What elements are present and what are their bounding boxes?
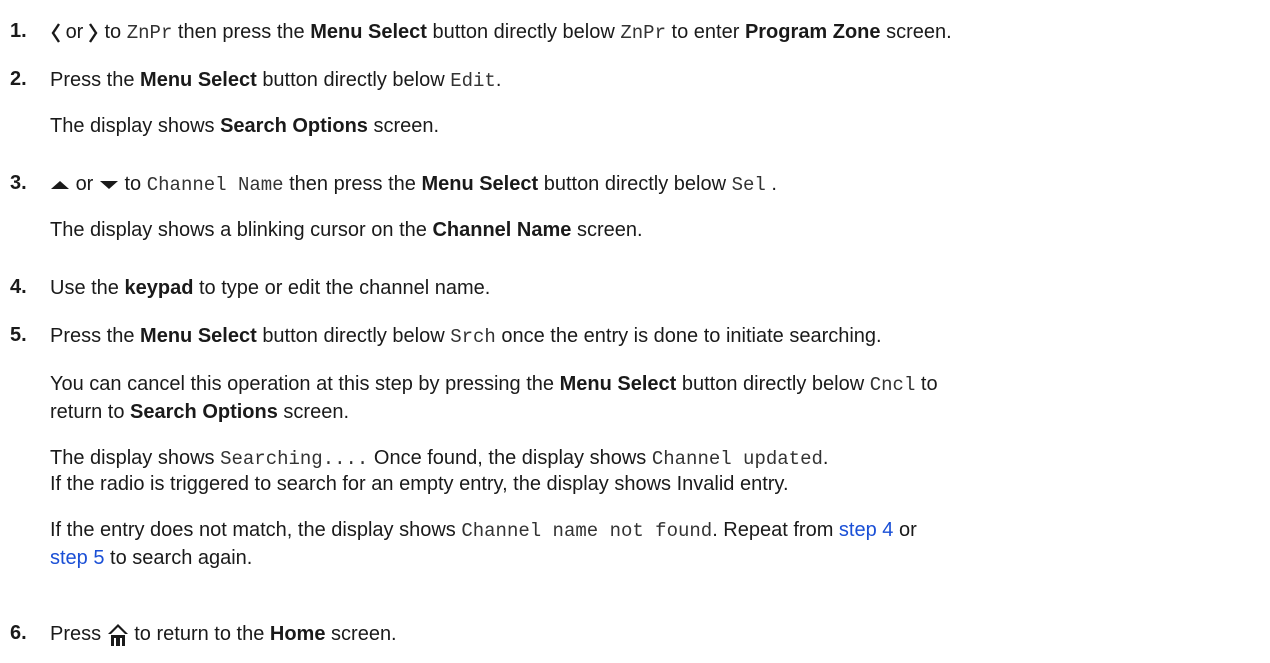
button-name: Menu Select (421, 173, 539, 195)
left-arrow-icon (50, 22, 60, 44)
step-1-line-1: or to ZnPr then press the Menu Select bu… (50, 20, 952, 45)
up-arrow-icon (50, 179, 70, 191)
display-text: Cncl (869, 374, 916, 396)
button-name: Menu Select (140, 69, 257, 91)
step-4-line-1: Use the keypad to type or edit the chann… (50, 277, 491, 299)
screen-name: Home (269, 623, 326, 645)
button-name: Menu Select (140, 325, 257, 347)
screen-name: Search Options (220, 115, 368, 137)
button-name: Menu Select (559, 373, 677, 395)
step-number: 3. (10, 172, 27, 194)
display-text: Edit (450, 70, 496, 92)
step-5-line-3: return to Search Options screen. (50, 401, 350, 423)
step-number: 2. (10, 68, 27, 90)
display-text: Searching.... (220, 448, 369, 470)
display-text: Channel name not found (461, 520, 713, 542)
screen-name: Search Options (130, 401, 278, 423)
step-5-link[interactable]: step 5 (50, 547, 104, 569)
step-number: 1. (10, 20, 27, 42)
down-arrow-icon (99, 179, 119, 191)
step-number: 5. (10, 324, 27, 346)
screen-name: Channel Name (432, 219, 572, 241)
step-3-line-2: The display shows a blinking cursor on t… (50, 219, 643, 241)
display-text: Sel (731, 174, 766, 196)
keypad-label: keypad (124, 277, 194, 299)
step-5-line-5: If the radio is triggered to search for … (50, 473, 789, 495)
step-2-line-1: Press the Menu Select button directly be… (50, 69, 502, 92)
display-text: ZnPr (620, 22, 666, 44)
step-number: 6. (10, 622, 27, 644)
step-5-line-6: If the entry does not match, the display… (50, 519, 917, 542)
step-5-line-2: You can cancel this operation at this st… (50, 373, 938, 396)
display-text: Srch (450, 326, 496, 348)
home-icon (107, 623, 129, 647)
screen-name: Program Zone (744, 21, 881, 43)
step-5-line-4: The display shows Searching.... Once fou… (50, 447, 829, 470)
display-text: Channel updated (651, 448, 823, 470)
step-3-line-1: or to Channel Name then press the Menu S… (50, 172, 777, 197)
step-4-link[interactable]: step 4 (839, 519, 893, 541)
display-text: ZnPr (126, 22, 173, 44)
step-2-line-2: The display shows Search Options screen. (50, 115, 440, 137)
step-number: 4. (10, 276, 27, 298)
step-5-line-7: step 5 to search again. (50, 547, 253, 569)
button-name: Menu Select (310, 21, 427, 43)
step-6-line-1: Press to return to the Home screen. (50, 623, 397, 647)
display-text: Channel Name (146, 174, 284, 196)
step-5-line-1: Press the Menu Select button directly be… (50, 325, 882, 348)
right-arrow-icon (88, 22, 99, 44)
